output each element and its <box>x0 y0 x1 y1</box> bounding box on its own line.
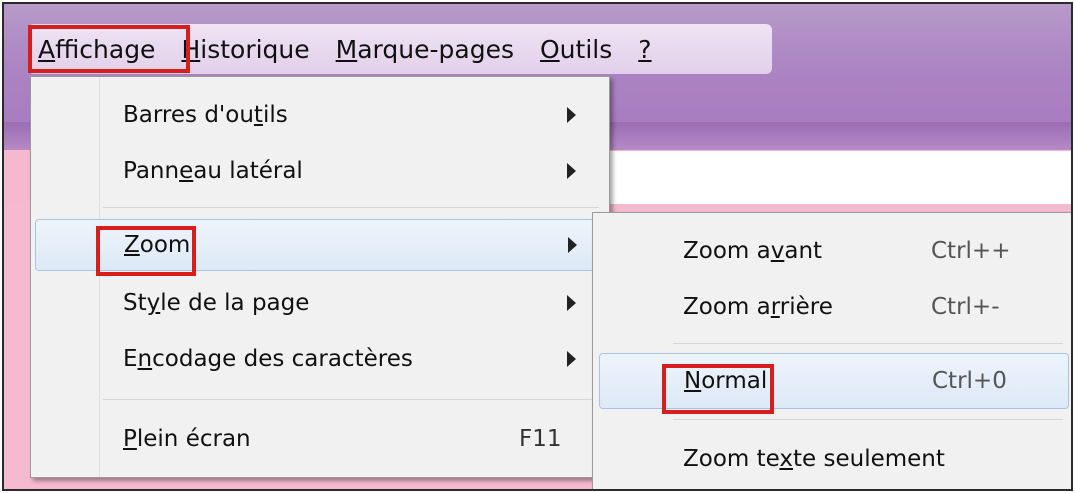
submenu-arrow-icon <box>567 295 576 311</box>
submenu-arrow-icon <box>568 237 577 253</box>
zoom-submenu: Zoom avant Ctrl++ Zoom arrière Ctrl+- No… <box>592 212 1071 489</box>
submenu-arrow-icon <box>567 107 576 123</box>
annotation-box-zoom <box>96 226 196 276</box>
shortcut-label: Ctrl+- <box>931 294 1000 320</box>
menu-item-sidebar[interactable]: Panneau latéral <box>35 145 603 197</box>
menu-item-fullscreen[interactable]: Plein écran F11 <box>35 413 603 465</box>
view-menu-dropdown: Barres d'outils Panneau latéral Zoom Sty… <box>30 76 610 478</box>
menu-historique[interactable]: Historique <box>181 37 309 62</box>
menu-separator <box>103 207 599 208</box>
submenu-item-zoom-in[interactable]: Zoom avant Ctrl++ <box>599 223 1069 279</box>
submenu-arrow-icon <box>567 351 576 367</box>
shortcut-label: Ctrl++ <box>931 238 1011 264</box>
menu-separator <box>103 399 599 400</box>
shortcut-label: F11 <box>519 426 562 452</box>
annotation-box-normal <box>662 364 774 414</box>
browser-window: Affichage Historique Marque-pages Outils… <box>2 2 1073 491</box>
annotation-box-affichage <box>28 25 190 73</box>
content-area <box>594 151 1071 211</box>
menu-item-page-style[interactable]: Style de la page <box>35 277 603 329</box>
shortcut-label: Ctrl+0 <box>932 368 1007 394</box>
submenu-arrow-icon <box>567 163 576 179</box>
submenu-item-zoom-out[interactable]: Zoom arrière Ctrl+- <box>599 279 1069 335</box>
menu-item-encoding[interactable]: Encodage des caractères <box>35 333 603 385</box>
menu-separator <box>673 343 1063 344</box>
menu-marque-pages[interactable]: Marque-pages <box>336 37 514 62</box>
menu-item-toolbars[interactable]: Barres d'outils <box>35 89 603 141</box>
menu-outils[interactable]: Outils <box>540 37 612 62</box>
submenu-item-zoom-text-only[interactable]: Zoom texte seulement <box>599 431 1069 487</box>
menu-separator <box>673 419 1063 420</box>
menu-help[interactable]: ? <box>638 37 651 62</box>
